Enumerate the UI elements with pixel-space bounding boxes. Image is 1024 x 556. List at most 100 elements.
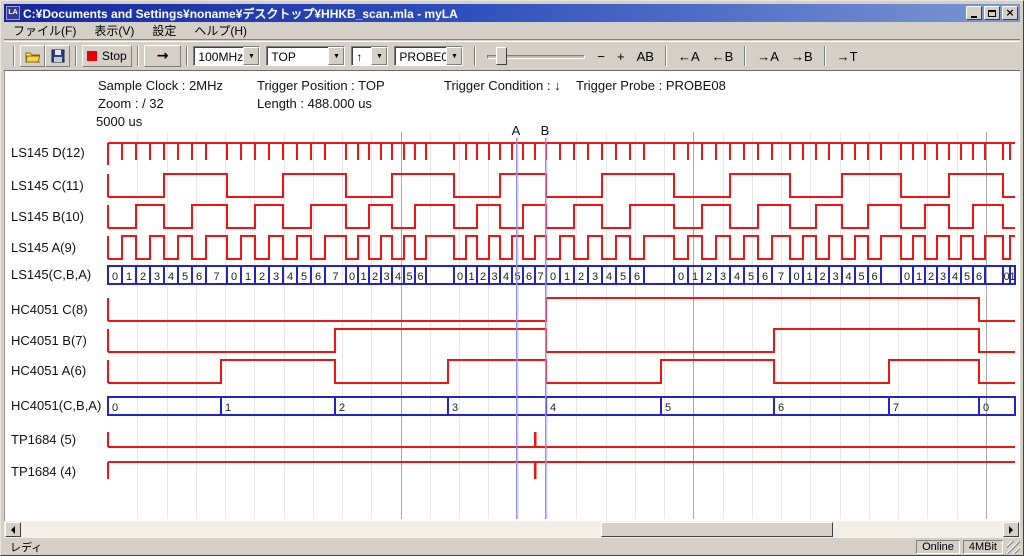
ab-range-button[interactable]: AB <box>631 46 660 67</box>
scrollbar-thumb[interactable] <box>601 522 833 537</box>
svg-text:4: 4 <box>734 271 740 283</box>
svg-text:6: 6 <box>976 271 982 283</box>
toolbar-separator <box>744 46 746 66</box>
channel-trace-ls145-b-10- <box>108 205 1015 228</box>
menu-view[interactable]: 表示(V) <box>85 21 143 40</box>
waveform-client-area: Sample Clock : 2MHz Trigger Position : T… <box>4 70 1020 521</box>
scroll-left-button[interactable] <box>5 522 21 537</box>
horizontal-scrollbar[interactable] <box>4 521 1020 538</box>
channel-trace-ls145-c-11- <box>108 174 1015 197</box>
svg-text:7: 7 <box>893 402 899 414</box>
open-file-button[interactable] <box>20 45 45 67</box>
svg-text:1: 1 <box>360 271 366 283</box>
close-button[interactable]: × <box>1002 6 1018 20</box>
close-icon: × <box>1005 8 1014 18</box>
svg-text:5: 5 <box>748 271 754 283</box>
svg-text:2: 2 <box>706 271 712 283</box>
svg-text:6: 6 <box>315 271 321 283</box>
maximize-button[interactable] <box>984 6 1000 20</box>
svg-text:0: 0 <box>457 271 463 283</box>
chevron-down-icon[interactable]: ▼ <box>328 47 344 65</box>
channel-trace-tp1684-4- <box>108 462 1015 479</box>
move-cursor-a-button[interactable]: →A <box>751 46 785 67</box>
svg-text:2: 2 <box>140 271 146 283</box>
zoom-in-button[interactable]: + <box>611 46 631 67</box>
svg-text:5: 5 <box>858 271 864 283</box>
svg-text:7: 7 <box>332 271 338 283</box>
toolbar-separator <box>137 46 139 66</box>
run-button[interactable]: → <box>144 45 182 67</box>
trigger-position-combo[interactable]: TOP ▼ <box>266 46 345 66</box>
svg-text:4: 4 <box>952 271 958 283</box>
svg-text:1: 1 <box>916 271 922 283</box>
trigger-probe-value: PROBE00 <box>395 47 446 65</box>
svg-text:1: 1 <box>1009 271 1015 283</box>
chevron-down-icon[interactable]: ▼ <box>243 47 259 65</box>
zoom-out-button[interactable]: − <box>591 46 611 67</box>
svg-text:1: 1 <box>468 271 474 283</box>
svg-text:0: 0 <box>793 271 799 283</box>
channel-label-tp1684-4: TP1684 (4) <box>11 464 76 479</box>
stop-label: Stop <box>102 49 127 63</box>
svg-text:0: 0 <box>983 402 989 414</box>
svg-text:5: 5 <box>182 271 188 283</box>
zoom-slider-handle[interactable] <box>496 47 507 65</box>
channel-label-ls145-b: LS145 B(10) <box>11 209 84 224</box>
svg-text:7: 7 <box>778 271 784 283</box>
channel-trace-hc4051-c-b-a-: 012345670 <box>108 397 1015 415</box>
svg-text:6: 6 <box>196 271 202 283</box>
open-folder-icon <box>25 49 40 63</box>
trigger-probe-combo[interactable]: PROBE00 ▼ <box>394 46 463 66</box>
svg-text:3: 3 <box>592 271 598 283</box>
minimize-button[interactable] <box>966 6 982 20</box>
chevron-down-icon[interactable]: ▼ <box>371 47 387 65</box>
zoom-slider[interactable] <box>487 46 585 66</box>
sample-rate-value: 100MHz <box>194 47 243 65</box>
svg-text:3: 3 <box>832 271 838 283</box>
window-title: C:¥Documents and Settings¥noname¥デスクトップ¥… <box>23 5 964 22</box>
svg-text:2: 2 <box>578 271 584 283</box>
chevron-down-icon[interactable]: ▼ <box>446 47 462 65</box>
svg-text:4: 4 <box>168 271 174 283</box>
status-online-badge: Online <box>916 540 960 554</box>
info-trigger-probe: Trigger Probe : PROBE08 <box>576 78 726 93</box>
scroll-right-button[interactable] <box>1003 522 1019 537</box>
goto-cursor-b-button[interactable]: ←B <box>706 46 740 67</box>
menu-settings[interactable]: 設定 <box>143 21 185 40</box>
svg-text:6: 6 <box>871 271 877 283</box>
stop-button[interactable]: Stop <box>82 45 132 67</box>
app-icon: LA <box>6 6 20 20</box>
waveform-traces: 0123456701234567012345601234567012345601… <box>5 71 1016 522</box>
maximize-icon <box>988 10 996 17</box>
save-button[interactable] <box>45 45 70 67</box>
resize-grip-icon[interactable] <box>1007 541 1020 554</box>
channel-label-ls145-c: LS145 C(11) <box>11 178 84 193</box>
status-bar: レディ Online 4MBit <box>4 540 1020 554</box>
status-ready-text: レディ <box>4 539 913 555</box>
goto-cursor-a-button[interactable]: ←A <box>672 46 706 67</box>
svg-text:0: 0 <box>550 271 556 283</box>
svg-text:3: 3 <box>491 271 497 283</box>
app-window: LA C:¥Documents and Settings¥noname¥デスクト… <box>0 0 1024 556</box>
toolbar-separator <box>665 46 667 66</box>
svg-text:3: 3 <box>383 271 389 283</box>
svg-text:2: 2 <box>819 271 825 283</box>
info-length: Length : 488.000 us <box>257 96 372 111</box>
svg-text:6: 6 <box>634 271 640 283</box>
move-cursor-b-button[interactable]: →B <box>785 46 819 67</box>
svg-text:7: 7 <box>537 271 543 283</box>
svg-text:6: 6 <box>417 271 423 283</box>
menu-file[interactable]: ファイル(F) <box>4 21 85 40</box>
menu-help[interactable]: ヘルプ(H) <box>185 21 256 40</box>
svg-text:5: 5 <box>514 271 520 283</box>
svg-text:1: 1 <box>564 271 570 283</box>
trigger-edge-combo[interactable]: ↑ ▼ <box>351 46 388 66</box>
goto-trigger-button[interactable]: →T <box>831 46 864 67</box>
trigger-edge-value: ↑ <box>352 47 371 65</box>
info-zoom: Zoom : / 32 <box>98 96 164 111</box>
run-arrow-icon: → <box>149 48 177 64</box>
channel-trace-hc4051-c-8- <box>108 298 1015 321</box>
svg-text:A: A <box>512 123 521 138</box>
sample-rate-combo[interactable]: 100MHz ▼ <box>193 46 260 66</box>
svg-text:1: 1 <box>806 271 812 283</box>
